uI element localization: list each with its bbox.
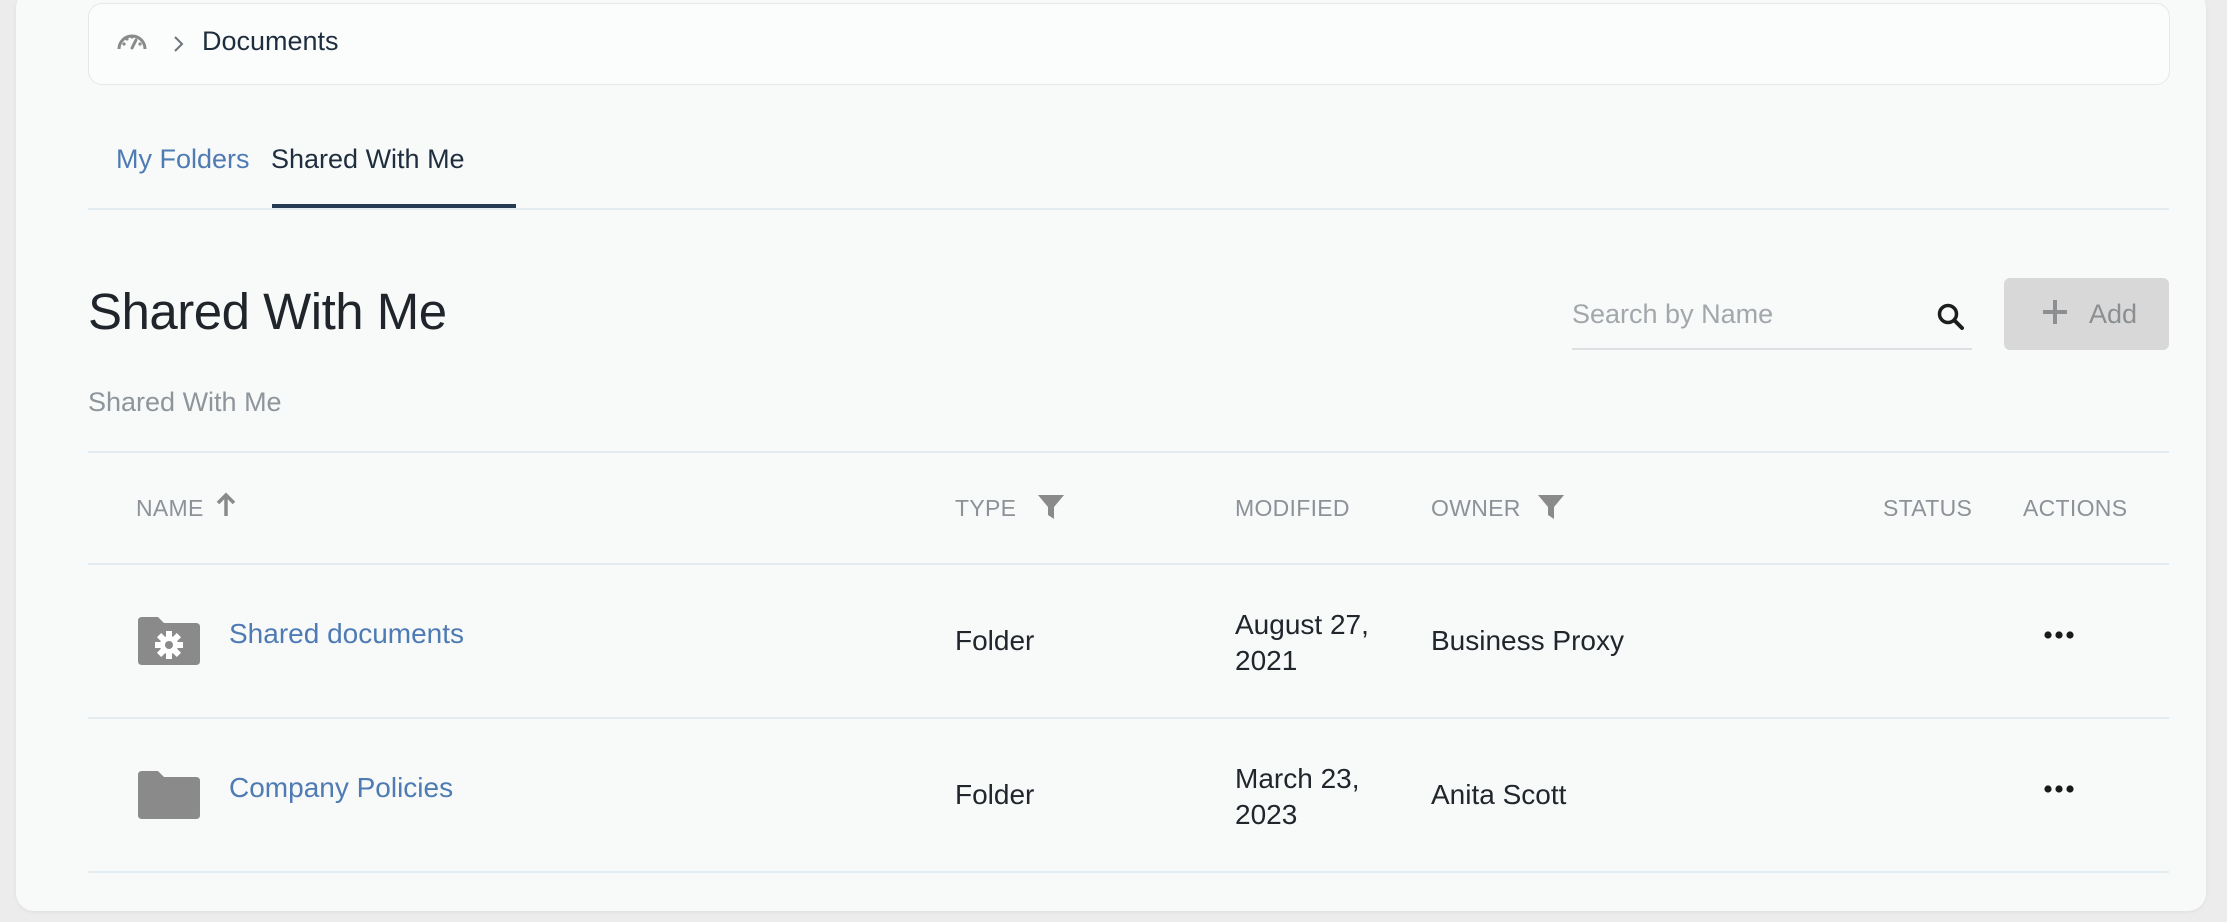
column-header-owner: OWNER — [1431, 495, 1564, 522]
page-title: Shared With Me — [88, 283, 447, 340]
table-header: NAME TYPE MODIFIED OWNER STATUS ACTIONS — [88, 453, 2169, 565]
chevron-right-icon — [171, 34, 185, 59]
row-actions-button[interactable] — [2043, 615, 2083, 655]
folder-name-link[interactable]: Company Policies — [229, 772, 453, 804]
breadcrumb: Documents — [88, 3, 2170, 85]
folder-name-link[interactable]: Shared documents — [229, 618, 464, 650]
tab-shared-with-me[interactable]: Shared With Me — [271, 144, 465, 232]
ellipsis-icon — [2044, 785, 2074, 793]
filter-icon[interactable] — [1537, 493, 1565, 527]
column-header-owner-label: OWNER — [1431, 495, 1521, 521]
column-header-name-label: NAME — [136, 495, 204, 521]
column-header-name[interactable]: NAME — [136, 492, 236, 522]
filter-icon[interactable] — [1037, 493, 1065, 527]
add-button-label: Add — [2089, 299, 2138, 329]
sort-ascending-icon[interactable] — [216, 492, 236, 524]
documents-panel: Documents My Folders Shared With Me Shar… — [16, 0, 2206, 911]
column-header-modified: MODIFIED — [1235, 495, 1350, 521]
column-header-type: TYPE — [955, 495, 1064, 522]
active-tab-indicator — [272, 204, 516, 208]
row-type: Folder — [955, 779, 1035, 810]
row-actions-button[interactable] — [2043, 769, 2083, 809]
dashboard-gauge-icon[interactable] — [116, 30, 148, 57]
search-box — [1572, 290, 1972, 350]
column-header-type-label: TYPE — [955, 495, 1017, 521]
add-button[interactable]: Add — [2004, 278, 2169, 350]
row-owner: Business Proxy — [1431, 625, 1624, 656]
table-row[interactable]: Company Policies Folder March 23, 2023 A… — [88, 719, 2169, 873]
column-header-actions: ACTIONS — [2023, 495, 2128, 521]
plus-icon — [2041, 298, 2069, 333]
search-input[interactable] — [1572, 296, 1902, 332]
search-icon[interactable] — [1936, 302, 1966, 337]
folder-tabs: My Folders Shared With Me — [88, 118, 2169, 210]
row-modified: March 23, 2023 — [1235, 763, 1360, 830]
table-row[interactable]: Shared documents Folder August 27, 2021 … — [88, 565, 2169, 719]
row-modified: August 27, 2021 — [1235, 609, 1369, 676]
tab-my-folders[interactable]: My Folders — [116, 144, 250, 232]
breadcrumb-current: Documents — [202, 26, 339, 56]
column-header-status: STATUS — [1883, 495, 1973, 521]
row-owner: Anita Scott — [1431, 779, 1567, 810]
page-subtitle: Shared With Me — [88, 387, 282, 417]
shared-folder-gear-icon — [136, 615, 202, 672]
row-type: Folder — [955, 625, 1035, 656]
ellipsis-icon — [2044, 631, 2074, 639]
folder-icon — [136, 769, 202, 826]
